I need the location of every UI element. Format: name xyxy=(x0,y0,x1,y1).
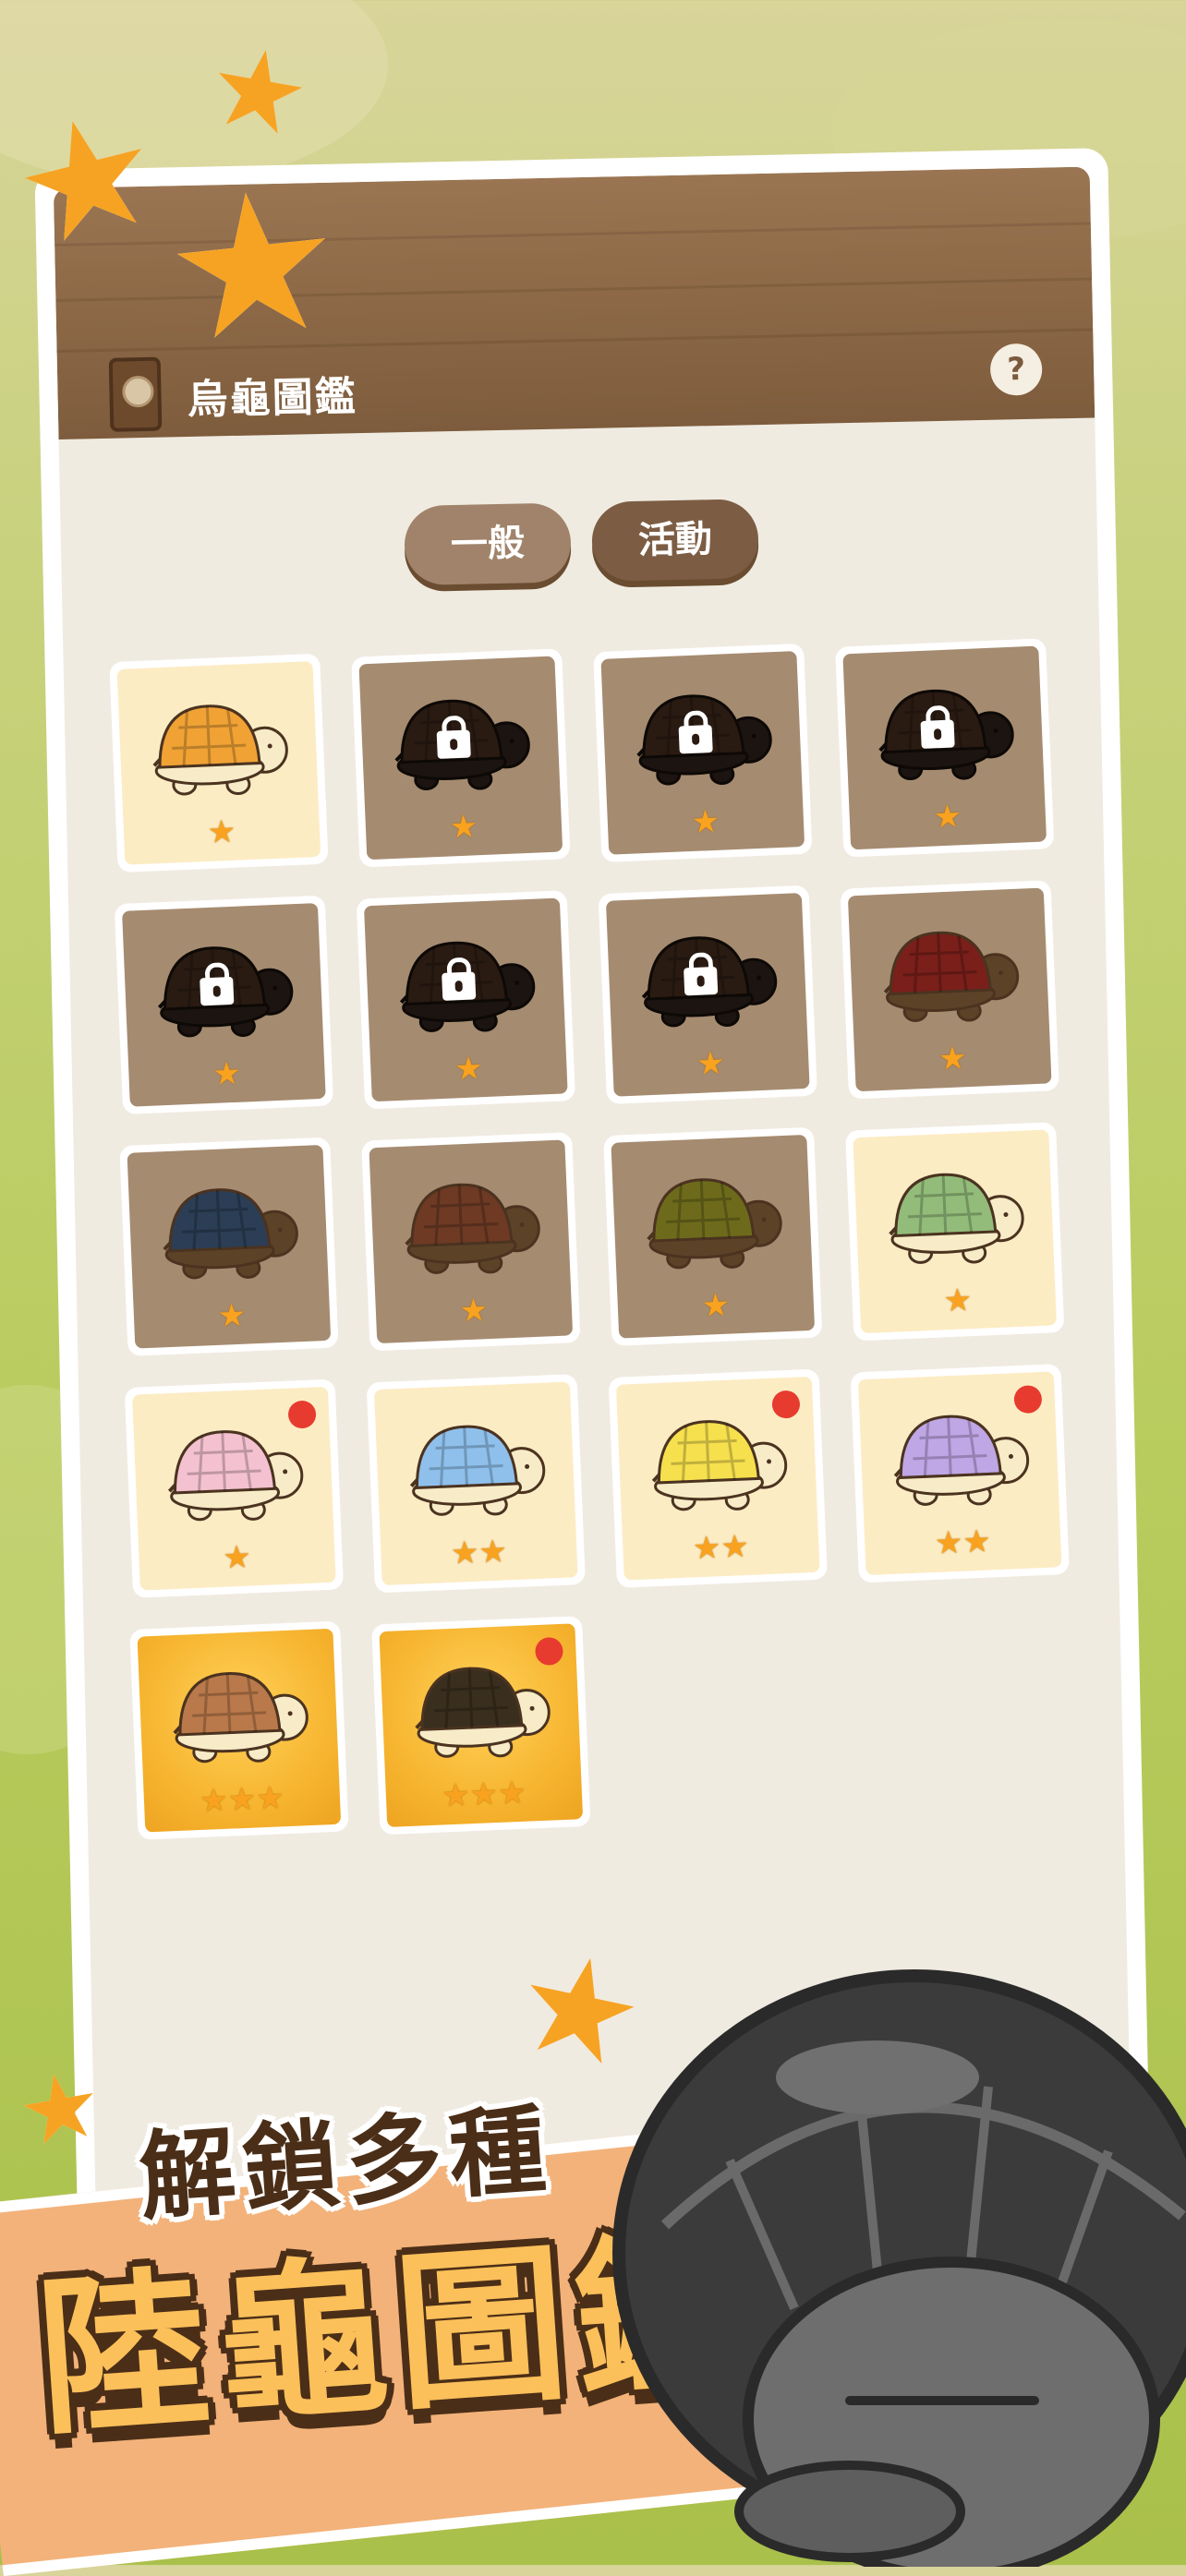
turtle-card[interactable]: ★★ xyxy=(366,1374,586,1594)
turtle-icon xyxy=(409,1425,546,1516)
turtle-card-face: ★ xyxy=(363,897,568,1102)
rarity-stars: ★★★ xyxy=(199,1779,285,1820)
rarity-stars: ★ xyxy=(942,1282,973,1320)
lock-icon xyxy=(200,976,235,1006)
turtle-card[interactable]: ★ xyxy=(835,638,1055,858)
turtle-icon xyxy=(163,1188,298,1280)
turtle-card[interactable]: ★★ xyxy=(850,1364,1070,1583)
lock-icon xyxy=(436,729,471,759)
turtle-card-face: ★★★ xyxy=(379,1623,584,1828)
lock-icon xyxy=(678,724,713,754)
turtle-card[interactable]: ★★★ xyxy=(371,1615,591,1836)
turtle-card-face: ★ xyxy=(842,645,1047,850)
tab-general[interactable]: 一般 xyxy=(404,502,572,586)
lock-icon xyxy=(920,719,955,749)
turtle-card-face: ★ xyxy=(611,1134,816,1339)
rarity-stars: ★ xyxy=(454,1050,484,1089)
rarity-stars: ★ xyxy=(212,1054,242,1093)
turtle-card-face: ★ xyxy=(600,651,805,855)
rarity-stars: ★ xyxy=(696,1044,726,1083)
rarity-stars: ★ xyxy=(690,802,720,841)
turtle-card[interactable]: ★ xyxy=(119,1137,339,1356)
rarity-stars: ★ xyxy=(700,1286,731,1325)
turtle-card-face: ★★ xyxy=(615,1376,820,1581)
rarity-stars: ★★ xyxy=(692,1527,750,1568)
turtle-card[interactable]: ★ xyxy=(356,890,576,1110)
tab-event[interactable]: 活動 xyxy=(591,499,759,582)
turtle-card[interactable]: ★ xyxy=(114,895,334,1115)
turtle-card-face: ★ xyxy=(369,1139,574,1344)
turtle-card-face: ★ xyxy=(358,656,563,861)
turtle-card[interactable]: ★★★ xyxy=(129,1620,349,1840)
lock-icon xyxy=(684,966,719,996)
turtle-card[interactable]: ★ xyxy=(845,1122,1065,1342)
turtle-card-face: ★ xyxy=(132,1386,336,1591)
turtle-card-face: ★ xyxy=(127,1144,332,1349)
new-badge xyxy=(287,1400,317,1429)
new-badge xyxy=(1013,1384,1043,1414)
turtle-icon xyxy=(173,1672,309,1763)
turtle-icon xyxy=(651,1420,788,1511)
turtle-card-face: ★ xyxy=(116,661,321,865)
rarity-stars: ★★★ xyxy=(441,1774,527,1815)
turtle-card[interactable]: ★ xyxy=(603,1126,823,1346)
rarity-stars: ★★ xyxy=(934,1523,992,1562)
turtle-card[interactable]: ★ xyxy=(124,1378,345,1598)
turtle-card-face: ★★ xyxy=(373,1381,578,1586)
turtle-icon xyxy=(647,1178,782,1270)
turtle-grid: ★ ★ ★ ★ ★ ★ ★ ★ ★ ★ ★ ★ ★ ★★ ★★ ★★ ★★★ ★★★ xyxy=(109,638,1070,1840)
rarity-stars: ★ xyxy=(448,808,479,847)
turtle-card[interactable]: ★ xyxy=(593,643,813,863)
turtle-icon xyxy=(893,1414,1030,1506)
turtle-icon xyxy=(152,704,288,796)
rarity-stars: ★★ xyxy=(450,1533,508,1572)
turtle-icon xyxy=(889,1173,1024,1264)
help-button[interactable]: ? xyxy=(989,343,1043,396)
rarity-stars: ★ xyxy=(458,1292,490,1330)
turtle-card[interactable]: ★ xyxy=(361,1132,581,1352)
turtle-card-face: ★★★ xyxy=(137,1628,342,1833)
turtle-card-face: ★★ xyxy=(857,1371,1062,1576)
turtle-card-face: ★ xyxy=(847,887,1052,1092)
turtle-card-face: ★ xyxy=(605,893,810,1097)
turtle-card[interactable]: ★ xyxy=(109,653,329,873)
rarity-stars: ★ xyxy=(932,798,962,837)
star-decoration-icon: ★ xyxy=(154,143,352,388)
rarity-stars: ★ xyxy=(216,1296,248,1335)
turtle-icon xyxy=(167,1430,304,1522)
turtle-icon xyxy=(405,1183,540,1274)
rarity-stars: ★ xyxy=(206,813,237,851)
book-icon xyxy=(108,356,163,432)
new-badge xyxy=(534,1636,564,1667)
turtle-icon xyxy=(415,1667,551,1758)
turtle-card[interactable]: ★★ xyxy=(608,1368,828,1588)
rarity-stars: ★ xyxy=(222,1538,252,1577)
turtle-card-face: ★ xyxy=(853,1129,1058,1334)
turtle-icon xyxy=(883,931,1020,1022)
turtle-card[interactable]: ★ xyxy=(840,880,1059,1100)
turtle-card[interactable]: ★ xyxy=(351,648,571,868)
lock-icon xyxy=(442,971,477,1001)
turtle-card[interactable]: ★ xyxy=(598,885,817,1105)
rarity-stars: ★ xyxy=(938,1040,968,1078)
tortoise-illustration xyxy=(612,1969,1186,2567)
turtle-card-face: ★ xyxy=(122,902,326,1107)
new-badge xyxy=(771,1390,801,1419)
